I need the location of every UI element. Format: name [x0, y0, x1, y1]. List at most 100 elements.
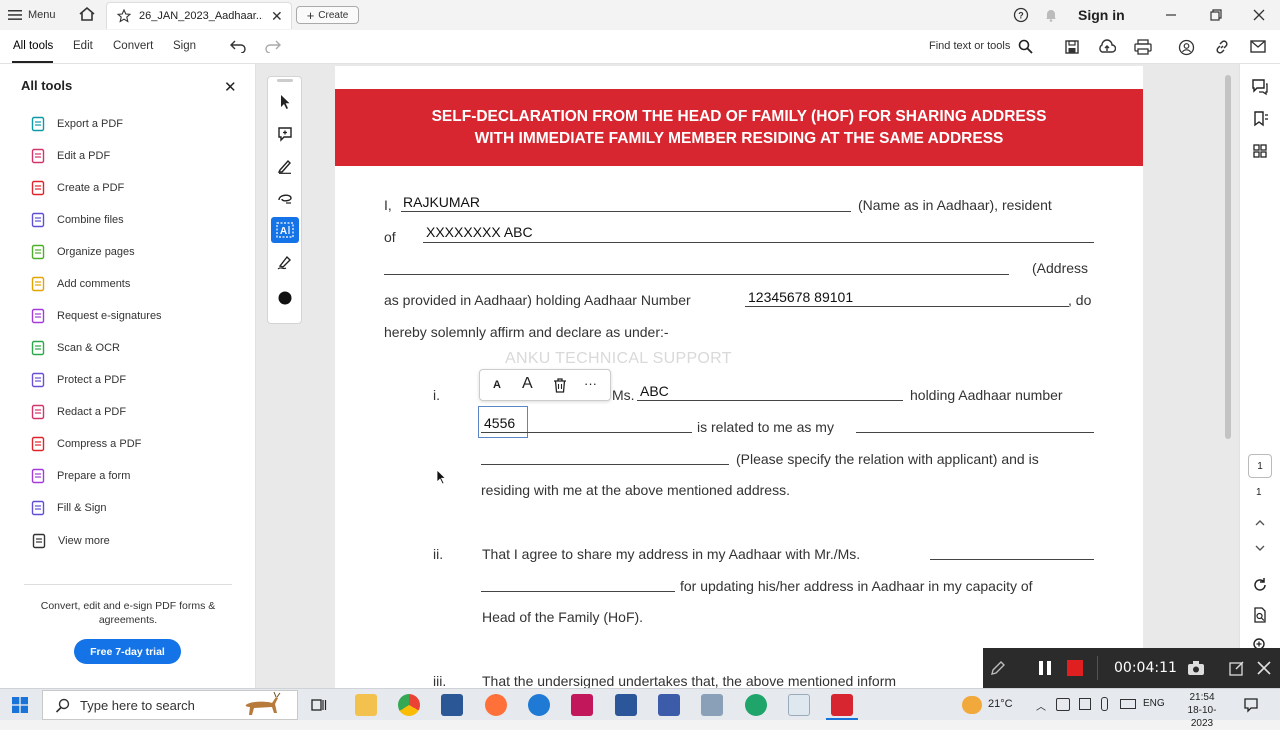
undo-icon[interactable]: [229, 39, 247, 53]
member-name-field[interactable]: ABC: [640, 383, 669, 399]
pause-icon[interactable]: [1037, 660, 1053, 676]
chrome-icon[interactable]: [398, 694, 420, 716]
menu-button[interactable]: Menu: [8, 4, 56, 26]
watermark: ANKU TECHNICAL SUPPORT: [505, 350, 732, 367]
tool-item[interactable]: Edit a PDF: [30, 146, 110, 166]
search-icon[interactable]: [1018, 39, 1033, 54]
promo-text: Convert, edit and e-sign PDF forms & agr…: [40, 600, 216, 626]
chevron-up-icon[interactable]: [1251, 514, 1269, 532]
share-user-icon[interactable]: [1178, 39, 1195, 56]
home-icon[interactable]: [78, 5, 96, 23]
windows-start-icon[interactable]: [12, 697, 28, 713]
clock[interactable]: 21:54 18-10-2023: [1178, 691, 1226, 730]
tool-item[interactable]: Request e-signatures: [30, 306, 162, 326]
draw-freehand-icon[interactable]: [271, 185, 299, 211]
network-icon[interactable]: [1056, 698, 1070, 711]
redo-icon[interactable]: [264, 39, 282, 53]
sign-in-link[interactable]: Sign in: [1078, 7, 1125, 23]
tool-item[interactable]: Scan & OCR: [30, 338, 120, 358]
close-tab-icon[interactable]: ✕: [271, 8, 283, 25]
tool-item[interactable]: Protect a PDF: [30, 370, 126, 390]
comments-icon[interactable]: [1251, 78, 1269, 96]
decrease-font-icon[interactable]: A: [493, 379, 501, 391]
thumbnails-icon[interactable]: [1251, 142, 1269, 160]
tool-item[interactable]: Add comments: [30, 274, 130, 294]
upload-cloud-icon[interactable]: [1098, 39, 1116, 55]
app-icon-2[interactable]: [658, 694, 680, 716]
volume-icon[interactable]: [1079, 698, 1091, 710]
word-icon[interactable]: [615, 694, 637, 716]
edge-icon[interactable]: [745, 694, 767, 716]
tool-item[interactable]: Export a PDF: [30, 114, 123, 134]
page-fit-icon[interactable]: [1251, 606, 1269, 624]
battery-icon[interactable]: [1120, 699, 1136, 709]
language-indicator[interactable]: ENG: [1143, 698, 1165, 709]
tool-item[interactable]: Combine files: [30, 210, 124, 230]
sign-icon[interactable]: [271, 249, 299, 275]
menu-edit[interactable]: Edit: [73, 40, 93, 52]
notifications-icon[interactable]: [1243, 697, 1259, 713]
star-icon[interactable]: [117, 9, 131, 23]
firefox-icon[interactable]: [485, 694, 507, 716]
minimize-icon[interactable]: [1161, 5, 1181, 25]
member-aadhaar-field[interactable]: 4556: [484, 415, 515, 431]
close-window-icon[interactable]: [1249, 5, 1269, 25]
help-icon[interactable]: ?: [1013, 7, 1029, 23]
tool-item[interactable]: Fill & Sign: [30, 498, 107, 518]
email-icon[interactable]: [1250, 40, 1266, 53]
link-icon[interactable]: [1214, 39, 1230, 55]
hof-name-field[interactable]: RAJKUMAR: [403, 194, 480, 210]
tool-item[interactable]: Compress a PDF: [30, 434, 141, 454]
acrobat-icon[interactable]: [831, 694, 853, 716]
menu-sign[interactable]: Sign: [173, 40, 196, 52]
tool-item[interactable]: Prepare a form: [30, 466, 130, 486]
menu-all-tools[interactable]: All tools: [13, 40, 53, 52]
notification-bell-icon[interactable]: [1043, 7, 1059, 23]
increase-font-icon[interactable]: A: [522, 375, 533, 393]
tool-item[interactable]: View more: [31, 531, 110, 551]
tray-chevron-icon[interactable]: ︿: [1036, 698, 1046, 713]
tool-item[interactable]: Organize pages: [30, 242, 135, 262]
free-trial-button[interactable]: Free 7-day trial: [74, 639, 181, 664]
pen-annotate-icon[interactable]: [989, 659, 1007, 677]
add-text-icon[interactable]: A: [271, 217, 299, 243]
bookmarks-icon[interactable]: [1251, 110, 1269, 128]
close-recorder-icon[interactable]: [1256, 660, 1272, 676]
item-1-residing: residing with me at the above mentioned …: [481, 482, 790, 498]
app-icon-3[interactable]: [701, 694, 723, 716]
app-icon-4[interactable]: [788, 694, 810, 716]
microphone-icon[interactable]: [1101, 697, 1108, 711]
camera-icon[interactable]: [1187, 660, 1205, 676]
recorder-app-icon[interactable]: [571, 694, 593, 716]
of-label: of: [384, 229, 396, 245]
page-number-input[interactable]: 1: [1248, 454, 1272, 478]
internet-explorer-icon[interactable]: [528, 694, 550, 716]
address-field[interactable]: XXXXXXXX ABC: [426, 224, 533, 240]
file-explorer-icon[interactable]: [355, 694, 377, 716]
find-text-label[interactable]: Find text or tools: [929, 40, 1010, 52]
close-panel-icon[interactable]: ✕: [224, 78, 237, 96]
task-view-icon[interactable]: [311, 697, 327, 713]
app-icon-1[interactable]: [441, 694, 463, 716]
aadhaar-number-field[interactable]: 12345678 89101: [748, 289, 853, 305]
toolbar-grip[interactable]: [277, 79, 293, 82]
add-comment-icon[interactable]: [271, 121, 299, 147]
save-icon[interactable]: [1064, 39, 1080, 55]
stop-record-icon[interactable]: [1067, 660, 1083, 676]
rotate-icon[interactable]: [1251, 576, 1269, 594]
scrollbar-thumb[interactable]: [1225, 75, 1231, 439]
tool-item[interactable]: Create a PDF: [30, 178, 124, 198]
color-picker-icon[interactable]: [271, 285, 299, 311]
edit-recorder-icon[interactable]: [1229, 660, 1245, 676]
menu-convert[interactable]: Convert: [113, 40, 153, 52]
delete-icon[interactable]: [553, 378, 567, 393]
print-icon[interactable]: [1134, 39, 1152, 55]
document-tab[interactable]: 26_JAN_2023_Aadhaar... ✕: [106, 2, 292, 29]
highlighter-icon[interactable]: [271, 153, 299, 179]
tool-item[interactable]: Redact a PDF: [30, 402, 126, 422]
select-cursor-icon[interactable]: [271, 89, 299, 115]
more-options-icon[interactable]: ···: [584, 376, 597, 391]
create-button[interactable]: + Create: [296, 6, 359, 24]
chevron-down-icon[interactable]: [1251, 539, 1269, 557]
restore-icon[interactable]: [1206, 5, 1226, 25]
